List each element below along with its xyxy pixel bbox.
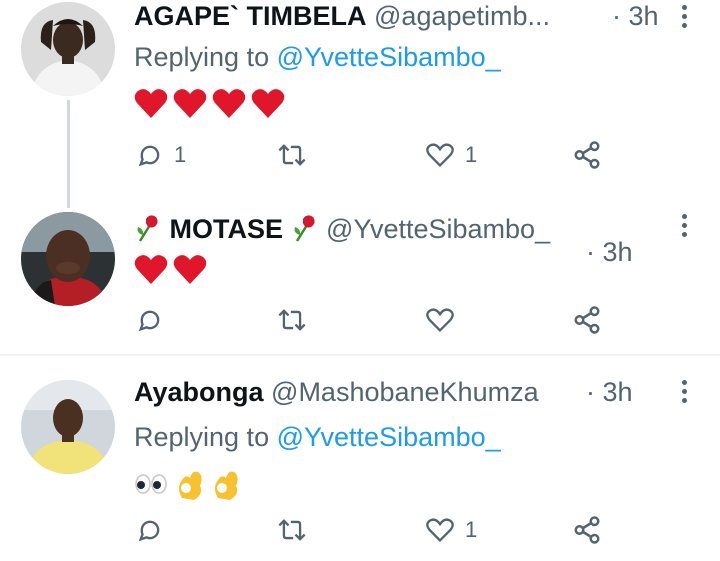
like-button[interactable]: 1	[425, 138, 477, 172]
reply-icon	[138, 145, 160, 167]
share-icon	[574, 141, 600, 169]
mention-link[interactable]: @YvetteSibambo_	[277, 42, 501, 72]
tweet-header: MOTASE @YvetteSibambo_	[134, 213, 550, 245]
tweet-header: AGAPE` TIMBELA @agapetimb...	[134, 0, 550, 32]
retweet-icon	[278, 144, 306, 166]
reply-button[interactable]: 1	[136, 138, 186, 172]
red-heart-icon	[212, 89, 246, 118]
mention-link[interactable]: @YvetteSibambo_	[277, 422, 501, 452]
tweet-actions: 1 1	[134, 138, 614, 172]
like-icon	[426, 518, 454, 543]
reply-count: 1	[174, 142, 187, 167]
like-count: 1	[465, 142, 478, 167]
ok-hand-icon	[179, 471, 202, 500]
user-handle[interactable]: @YvetteSibambo_	[326, 214, 550, 244]
tweet-3[interactable]: Ayabonga @MashobaneKhumza · 3h Replying …	[0, 356, 720, 561]
red-heart-icon	[134, 89, 168, 118]
retweet-icon	[278, 309, 306, 331]
user-handle[interactable]: @MashobaneKhumza	[271, 377, 539, 407]
red-heart-icon	[173, 89, 207, 118]
display-name[interactable]: AGAPE` TIMBELA	[134, 1, 367, 31]
display-name[interactable]: MOTASE	[170, 214, 284, 244]
tweet-header: Ayabonga @MashobaneKhumza	[134, 376, 539, 408]
retweet-button[interactable]	[277, 303, 317, 337]
share-button[interactable]	[572, 513, 602, 547]
timestamp[interactable]: · 3h	[586, 376, 633, 408]
replying-to-label: Replying to	[134, 42, 270, 72]
tweet-content	[134, 252, 214, 293]
replying-to: Replying to @YvetteSibambo_	[134, 422, 501, 453]
retweet-button[interactable]	[277, 513, 317, 547]
tweet-content	[134, 86, 294, 127]
avatar[interactable]	[21, 212, 115, 306]
red-heart-icon	[173, 255, 207, 284]
replying-to-label: Replying to	[134, 422, 270, 452]
more-icon[interactable]	[680, 380, 688, 406]
retweet-icon	[278, 519, 306, 541]
timestamp[interactable]: · 3h	[586, 236, 633, 268]
reply-button[interactable]	[136, 513, 174, 547]
red-heart-icon	[251, 89, 285, 118]
tweet-actions	[134, 303, 614, 337]
retweet-button[interactable]	[277, 138, 317, 172]
eyes-icon	[135, 474, 167, 494]
reply-icon	[138, 520, 160, 542]
avatar[interactable]	[21, 2, 115, 96]
user-handle[interactable]: @agapetimb...	[374, 1, 550, 31]
rose-icon	[294, 215, 315, 242]
share-icon	[574, 306, 600, 334]
share-icon	[574, 516, 600, 544]
more-icon[interactable]	[680, 214, 688, 240]
like-icon	[426, 308, 454, 333]
like-button[interactable]	[425, 303, 465, 337]
share-button[interactable]	[572, 303, 602, 337]
tweet-actions: 1	[134, 513, 614, 547]
red-heart-icon	[134, 255, 168, 284]
rose-icon	[137, 215, 158, 242]
tweet-content	[134, 466, 254, 507]
like-count: 1	[465, 517, 478, 542]
avatar[interactable]	[21, 380, 115, 474]
share-button[interactable]	[572, 138, 602, 172]
tweet-1[interactable]: AGAPE` TIMBELA @agapetimb... · 3h Replyi…	[0, 0, 720, 208]
display-name[interactable]: Ayabonga	[134, 377, 264, 407]
more-icon[interactable]	[680, 5, 688, 31]
replying-to: Replying to @YvetteSibambo_	[134, 42, 501, 73]
reply-icon	[138, 310, 160, 332]
reply-button[interactable]	[136, 303, 174, 337]
ok-hand-icon	[215, 471, 238, 500]
like-button[interactable]: 1	[425, 513, 477, 547]
tweet-2[interactable]: MOTASE @YvetteSibambo_ · 3h	[0, 190, 720, 355]
like-icon	[426, 143, 454, 168]
timestamp[interactable]: · 3h	[612, 0, 659, 32]
